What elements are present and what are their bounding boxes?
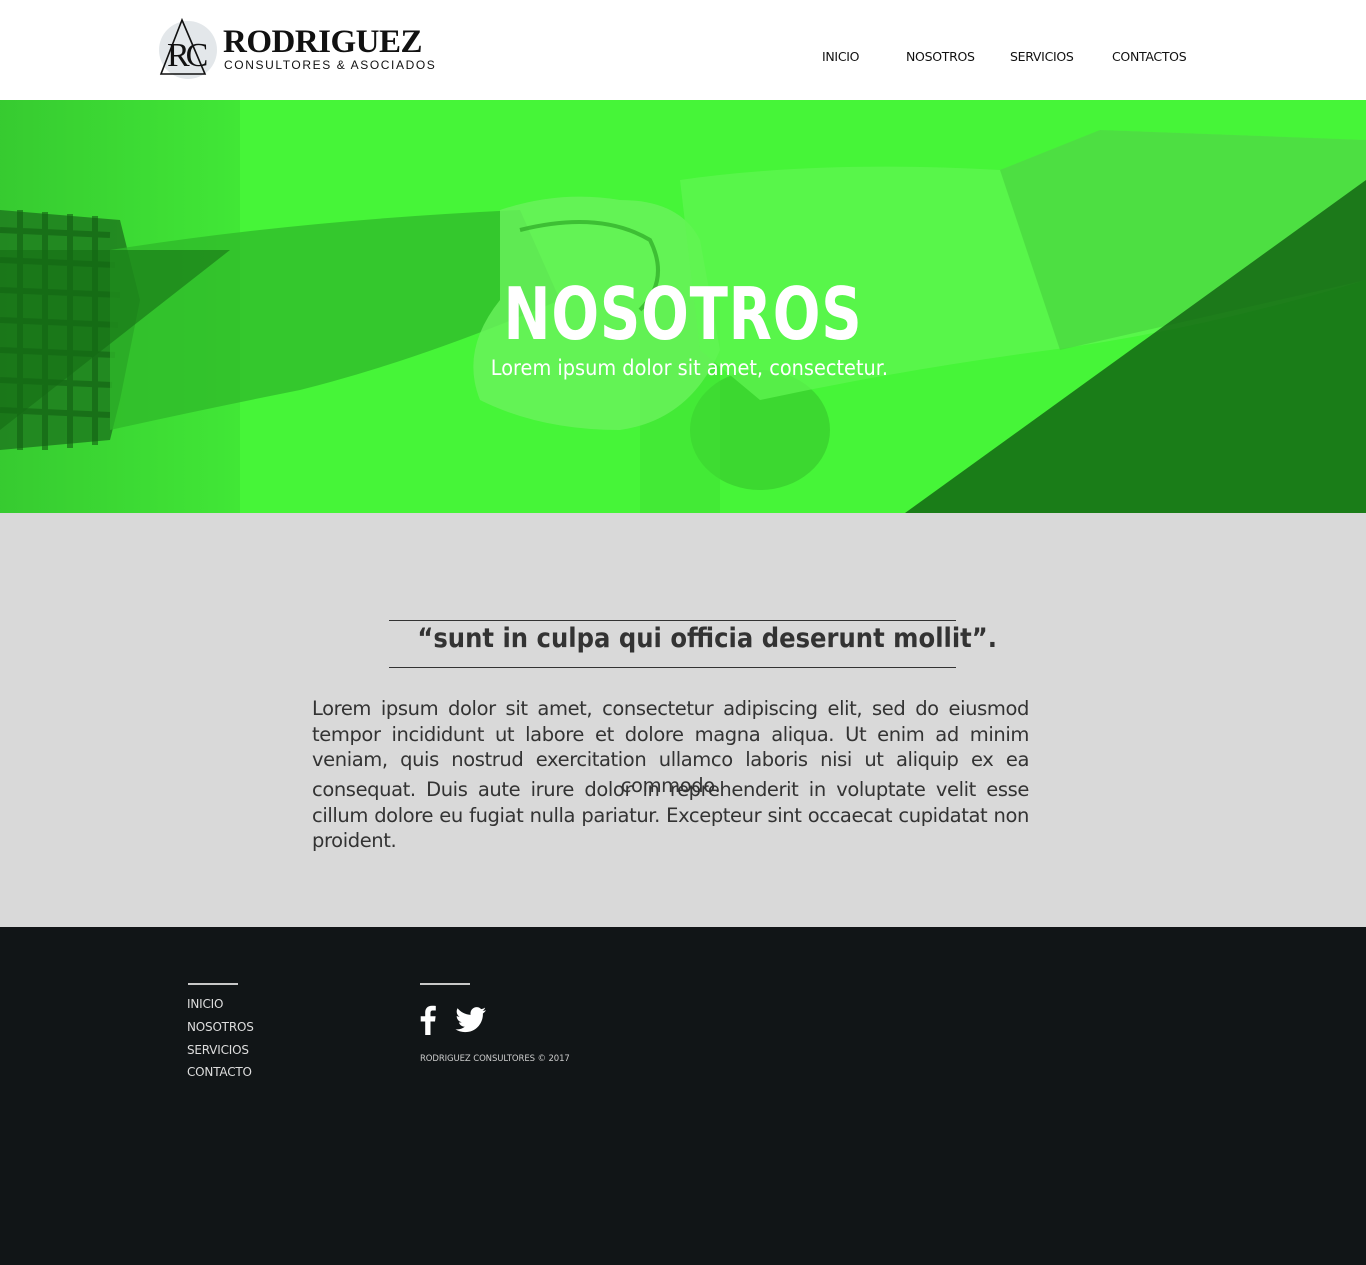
hero-title: NOSOTROS (503, 272, 863, 356)
featured-quote: “sunt in culpa qui officia deserunt moll… (417, 623, 998, 654)
footer-link-nosotros[interactable]: NOSOTROS (187, 1020, 254, 1034)
about-section: “sunt in culpa qui officia deserunt moll… (0, 513, 1366, 927)
nav-item-inicio[interactable]: INICIO (822, 49, 859, 64)
nav-item-nosotros[interactable]: NOSOTROS (906, 49, 975, 64)
footer-social-divider (420, 983, 470, 985)
twitter-icon[interactable] (455, 1007, 486, 1038)
about-paragraph-2: consequat. Duis aute irure dolor in repr… (312, 778, 1029, 852)
footer-nav-divider (188, 983, 238, 985)
site-footer: INICIO NOSOTROS SERVICIOS CONTACTO RODRI… (0, 927, 1366, 1265)
footer-link-inicio[interactable]: INICIO (187, 997, 223, 1011)
site-header: RC RODRIGUEZ CONSULTORES & ASOCIADOS INI… (0, 0, 1366, 100)
nav-item-servicios[interactable]: SERVICIOS (1010, 49, 1074, 64)
footer-link-servicios[interactable]: SERVICIOS (187, 1043, 249, 1057)
hero-subtitle: Lorem ipsum dolor sit amet, consectetur. (490, 356, 889, 380)
nav-item-contactos[interactable]: CONTACTOS (1112, 49, 1187, 64)
facebook-icon[interactable] (418, 1005, 438, 1040)
quote-top-divider (389, 620, 956, 621)
footer-link-contacto[interactable]: CONTACTO (187, 1065, 252, 1079)
main-nav: INICIO NOSOTROS SERVICIOS CONTACTOS (0, 49, 1366, 67)
hero-banner: NOSOTROS Lorem ipsum dolor sit amet, con… (0, 100, 1366, 513)
quote-bottom-divider (389, 667, 956, 668)
footer-copyright: RODRIGUEZ CONSULTORES © 2017 (420, 1054, 570, 1064)
